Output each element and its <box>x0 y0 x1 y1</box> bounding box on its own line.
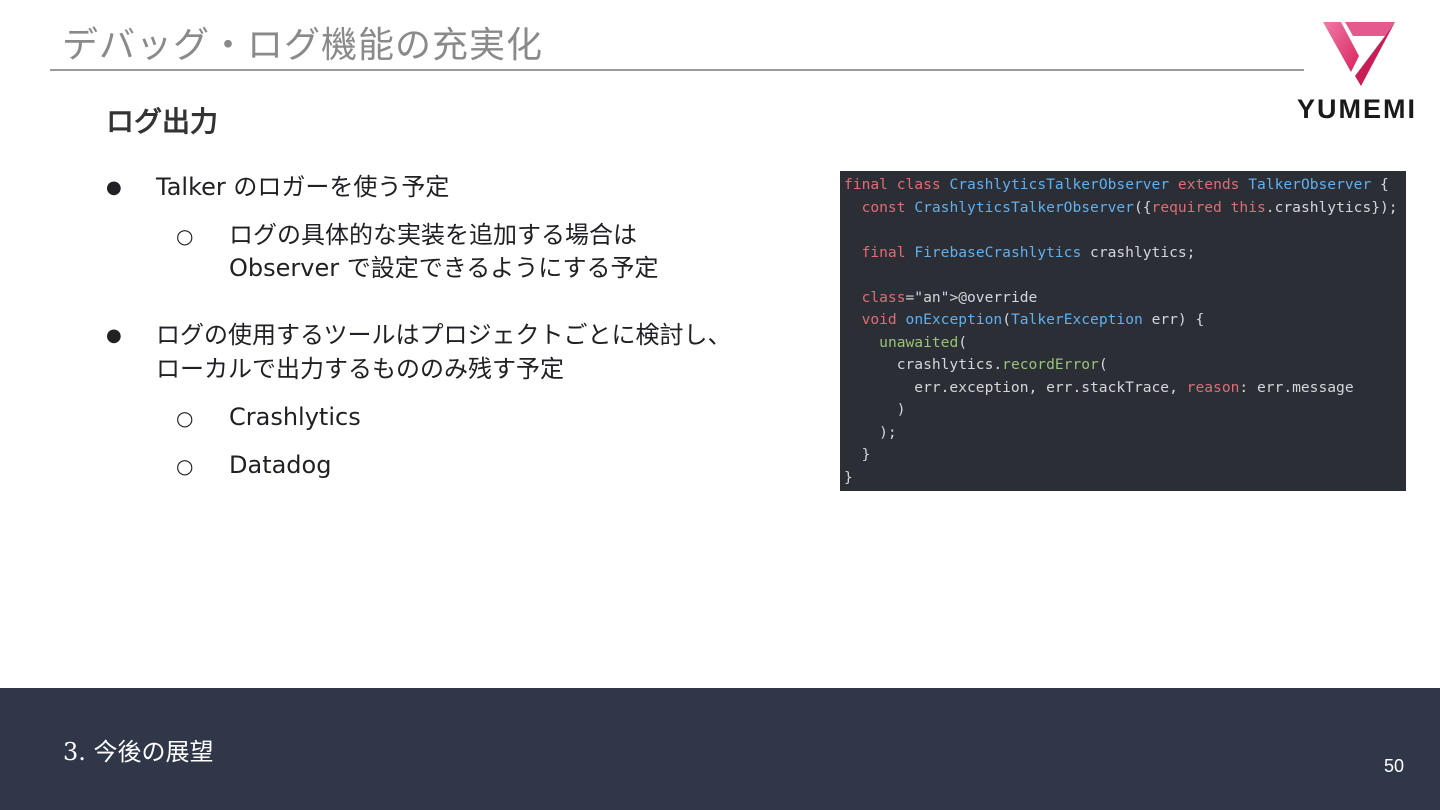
sub-bullet-marker: ○ <box>176 224 194 248</box>
code-line: } <box>844 468 853 486</box>
code-line: } <box>844 446 871 463</box>
code-line: class="an">@override <box>861 288 1038 306</box>
bullet-text: Talker のロガーを使う予定 <box>156 173 450 201</box>
company-logo: YUMEMI <box>1290 22 1424 126</box>
slide-title: デバッグ・ログ機能の充実化 <box>62 25 544 66</box>
section-heading: ログ出力 <box>106 105 219 138</box>
section-label: 3. 今後の展望 <box>63 738 214 766</box>
bullet-marker: ● <box>106 177 122 198</box>
logo-wordmark: YUMEMI <box>1297 94 1417 124</box>
sub-bullet-text: Datadog <box>229 451 332 479</box>
bullet-marker: ● <box>106 325 122 346</box>
yumemi-logo-mark-icon <box>1323 22 1395 86</box>
footer-bar: 3. 今後の展望 50 <box>0 688 1440 810</box>
code-line: ); <box>844 423 897 441</box>
bullet-text: ローカルで出力するもののみ残す予定 <box>156 355 564 383</box>
code-line: final class CrashlyticsTalkerObserver ex… <box>844 176 1389 193</box>
page-number: 50 <box>1384 756 1405 776</box>
sub-bullet-marker: ○ <box>176 406 194 430</box>
code-screenshot: final class CrashlyticsTalkerObserver ex… <box>840 171 1406 491</box>
code-line: ) <box>844 401 906 418</box>
sub-bullet-marker: ○ <box>176 454 194 478</box>
code-block: final class CrashlyticsTalkerObserver ex… <box>844 174 1398 489</box>
bullet-text: ログの使用するツールはプロジェクトごとに検討し、 <box>156 321 732 349</box>
title-divider <box>50 69 1304 71</box>
sub-bullet-text: Observer で設定できるようにする予定 <box>229 254 659 282</box>
code-line: void onException(TalkerException err) { <box>861 311 1205 328</box>
code-line: crashlytics.recordError( <box>844 356 1108 373</box>
sub-bullet-text: Crashlytics <box>229 403 361 431</box>
code-line: unawaited( <box>879 333 968 351</box>
code-line: const CrashlyticsTalkerObserver({require… <box>861 198 1398 216</box>
code-line: final FirebaseCrashlytics crashlytics; <box>861 243 1196 261</box>
sub-bullet-text: ログの具体的な実装を追加する場合は <box>229 221 637 249</box>
code-line: err.exception, err.stackTrace, reason: e… <box>844 378 1354 396</box>
